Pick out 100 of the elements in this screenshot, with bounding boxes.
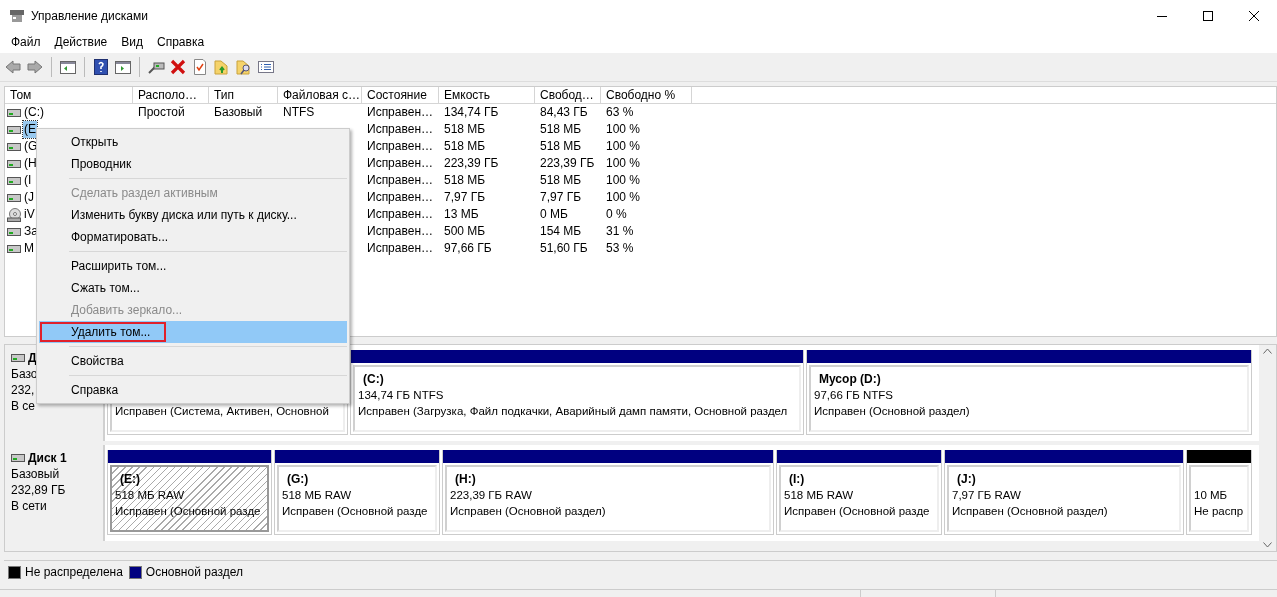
window-title: Управление дисками [31,8,149,23]
menu-option[interactable]: Открыть [39,131,347,153]
menu-item[interactable]: Справка [150,33,212,51]
table-cell: Простой [138,104,185,121]
table-cell: 13 МБ [444,206,479,223]
partition-size: 10 МБ [1194,489,1228,501]
legend-label: Основной раздел [145,565,243,579]
disk-size: 232, [11,382,35,398]
partition-block[interactable]: (E:) 518 МБ RAW Исправен (Основной разде [107,450,272,535]
disk-status: В се [11,398,35,414]
table-cell: 84,43 ГБ [540,104,588,121]
menu-option[interactable]: Форматировать... [39,226,347,248]
delete-icon[interactable] [169,58,187,76]
table-cell: 51,60 ГБ [540,240,588,257]
partition-size: 518 МБ RAW [784,489,854,501]
table-cell: Базовый [214,104,263,121]
menu-option[interactable]: Свойства [39,350,347,372]
column-header[interactable]: Емкость [439,87,535,104]
partition-status: Исправен (Основной разде [282,505,428,517]
table-cell: 500 МБ [444,223,486,240]
partition-size: 223,39 ГБ RAW [450,489,532,501]
volume-name[interactable]: (C:) [23,104,45,121]
table-cell: 100 % [606,189,641,206]
partition-block[interactable]: (J:) 7,97 ГБ RAW Исправен (Основной раздел) [944,450,1184,535]
menu-option[interactable]: Сжать том... [39,277,347,299]
menu-option[interactable]: Проводник [39,153,347,175]
partition-status: Исправен (Основной раздел) [814,405,970,417]
app-icon [9,8,25,23]
volume-name[interactable]: iV [23,206,36,223]
column-header[interactable]: Свободно % [601,87,692,104]
checklist-icon[interactable] [191,58,209,76]
back-icon[interactable] [4,58,22,76]
column-header[interactable]: Состояние [362,87,439,104]
table-cell: 518 МБ [540,138,582,155]
table-cell: Исправен… [367,121,433,138]
volume-name[interactable]: (H [23,155,38,172]
table-cell: 0 МБ [540,206,568,223]
table-cell: 518 МБ [444,121,486,138]
partition-size: 134,74 ГБ NTFS [358,389,444,401]
partition-status: Исправен (Основной разде [784,505,930,517]
scroll-down-icon[interactable] [1263,542,1272,548]
panel-icon[interactable] [114,58,132,76]
partition-block[interactable]: (G:) 518 МБ RAW Исправен (Основной разде [274,450,440,535]
disk-type: Базовый [11,466,60,482]
partition-title: (I:) [789,472,805,486]
partition-title: (G:) [287,472,309,486]
table-cell: 100 % [606,121,641,138]
disc-icon [7,207,21,222]
partition-size: 97,66 ГБ NTFS [814,389,893,401]
disk-size: 232,89 ГБ [11,482,66,498]
scroll-up-icon[interactable] [1263,348,1272,354]
partition-block[interactable]: (H:) 223,39 ГБ RAW Исправен (Основной раздел) [442,450,774,535]
menu-item[interactable]: Действие [47,33,115,51]
partition-title: (H:) [455,472,476,486]
partition-block[interactable]: (I:) 518 МБ RAW Исправен (Основной разде [776,450,942,535]
column-header[interactable]: Файловая с… [278,87,362,104]
table-cell: Исправен… [367,155,433,172]
menu-option[interactable]: Удалить том... [39,321,347,343]
menu-option[interactable]: Изменить букву диска или путь к диску... [39,204,347,226]
maximize-icon [1203,10,1213,21]
menu-option[interactable]: Справка [39,379,347,401]
column-header[interactable]: Том [5,87,133,104]
partition-size: 518 МБ RAW [282,489,352,501]
folder-up-icon[interactable] [213,58,231,76]
partition-title: Мусор (D:) [819,372,881,386]
disk-name: Д [28,350,37,366]
table-cell: 518 МБ [540,172,582,189]
volume-name[interactable]: (I [23,172,33,189]
table-cell: 0 % [606,206,627,223]
forward-icon[interactable] [26,58,44,76]
table-cell: Исправен… [367,206,433,223]
column-header[interactable]: Тип [209,87,278,104]
panel-icon[interactable] [59,58,77,76]
table-cell: 518 МБ [444,138,486,155]
scrollbar[interactable] [1259,345,1276,551]
close-icon [1249,10,1259,21]
column-header[interactable]: Располо… [133,87,209,104]
partition-status: Исправен (Основной раздел) [952,505,1108,517]
table-cell: 223,39 ГБ [540,155,595,172]
help-icon[interactable] [92,58,110,76]
menu-item[interactable]: Файл [4,33,48,51]
partition-block[interactable]: 10 МБ Не распр [1186,450,1252,535]
disk-name: Диск 1 [28,450,67,466]
menu-item[interactable]: Вид [114,33,150,51]
partition-block[interactable]: (C:) 134,74 ГБ NTFS Исправен (Загрузка, Файл подкачки, Аварийный дамп памяти, Основной раздел [350,350,804,435]
partition-status: Исправен (Основной раздел) [450,505,606,517]
volume-name[interactable]: (J [23,189,35,206]
volume-name[interactable]: (G [23,138,39,155]
column-header[interactable]: Свобод… [535,87,601,104]
list-icon[interactable] [257,58,275,76]
partition-block[interactable]: Мусор (D:) 97,66 ГБ NTFS Исправен (Основной раздел) [806,350,1252,435]
table-cell: 223,39 ГБ [444,155,499,172]
folder-search-icon[interactable] [235,58,253,76]
partition-status: Исправен (Система, Активен, Основной [115,405,329,417]
menu-option[interactable]: Расширить том... [39,255,347,277]
table-cell: Исправен… [367,172,433,189]
table-cell: Исправен… [367,104,433,121]
volume-name[interactable]: (E [23,121,37,138]
volume-name[interactable]: М [23,240,35,257]
table-cell: 100 % [606,138,641,155]
